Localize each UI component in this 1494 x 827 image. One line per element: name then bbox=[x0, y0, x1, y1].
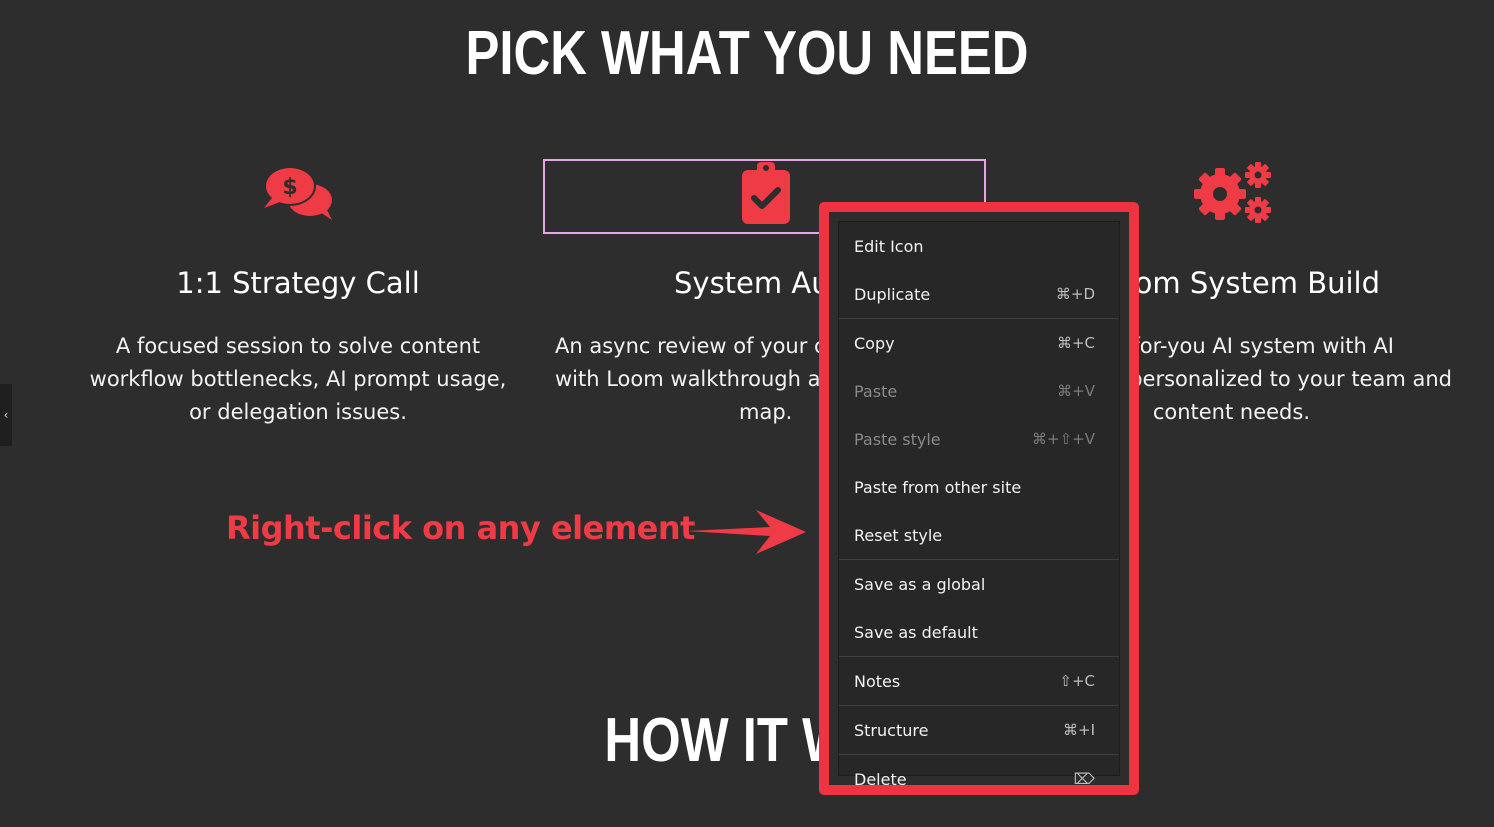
menu-item-structure[interactable]: Structure ⌘+I bbox=[839, 706, 1119, 754]
svg-text:$: $ bbox=[282, 175, 297, 200]
menu-item-label: Paste from other site bbox=[854, 477, 1022, 497]
card-description: A focused session to solve content workf… bbox=[89, 334, 507, 424]
menu-item-shortcut: ⌘+V bbox=[1057, 382, 1095, 400]
menu-item-shortcut: ⌘+C bbox=[1056, 334, 1095, 352]
menu-item-duplicate[interactable]: Duplicate ⌘+D bbox=[839, 270, 1119, 318]
sidebar-toggle-handle[interactable]: ‹ bbox=[0, 384, 12, 446]
menu-item-edit-icon[interactable]: Edit Icon bbox=[839, 222, 1119, 270]
menu-item-notes[interactable]: Notes ⇧+C bbox=[839, 657, 1119, 705]
menu-item-label: Delete bbox=[854, 769, 907, 789]
clipboard-check-icon bbox=[741, 160, 791, 230]
menu-item-save-as-default[interactable]: Save as default bbox=[839, 608, 1119, 656]
menu-item-label: Duplicate bbox=[854, 284, 931, 304]
context-menu-highlight: Edit Icon Duplicate ⌘+D Copy ⌘+C Paste ⌘… bbox=[819, 202, 1139, 795]
menu-item-label: Paste bbox=[854, 381, 898, 401]
annotation-label: Right-click on any element bbox=[226, 509, 695, 547]
gears-icon bbox=[1192, 160, 1276, 230]
chevron-left-icon: ‹ bbox=[3, 408, 9, 422]
menu-item-paste-from-other-site[interactable]: Paste from other site bbox=[839, 463, 1119, 511]
section-title: HOW IT WO bbox=[604, 706, 890, 775]
page-title: PICK WHAT YOU NEED bbox=[465, 19, 1029, 88]
delete-key-icon: ⌦ bbox=[1073, 770, 1095, 788]
menu-item-shortcut: ⌘+D bbox=[1055, 285, 1095, 303]
menu-item-copy[interactable]: Copy ⌘+C bbox=[839, 319, 1119, 367]
menu-item-label: Copy bbox=[854, 333, 895, 353]
menu-item-label: Save as default bbox=[854, 622, 978, 642]
menu-item-save-as-global[interactable]: Save as a global bbox=[839, 560, 1119, 608]
menu-item-label: Notes bbox=[854, 671, 901, 691]
menu-item-reset-style[interactable]: Reset style bbox=[839, 511, 1119, 559]
menu-item-shortcut: ⇧+C bbox=[1059, 672, 1095, 690]
annotation-arrow-icon bbox=[686, 510, 806, 554]
menu-item-shortcut: ⌘+⇧+V bbox=[1032, 430, 1095, 448]
menu-item-label: Edit Icon bbox=[854, 236, 924, 256]
menu-item-shortcut: ⌘+I bbox=[1063, 721, 1095, 739]
menu-item-paste-style[interactable]: Paste style ⌘+⇧+V bbox=[839, 415, 1119, 463]
menu-item-paste[interactable]: Paste ⌘+V bbox=[839, 367, 1119, 415]
menu-item-label: Reset style bbox=[854, 525, 943, 545]
menu-item-label: Structure bbox=[854, 720, 929, 740]
context-menu: Edit Icon Duplicate ⌘+D Copy ⌘+C Paste ⌘… bbox=[839, 222, 1119, 789]
menu-item-label: Save as a global bbox=[854, 574, 986, 594]
card-title: 1:1 Strategy Call bbox=[176, 266, 420, 300]
dollar-chat-icon: $ bbox=[262, 164, 336, 226]
menu-item-label: Paste style bbox=[854, 429, 941, 449]
menu-item-delete[interactable]: Delete ⌦ bbox=[839, 755, 1119, 803]
